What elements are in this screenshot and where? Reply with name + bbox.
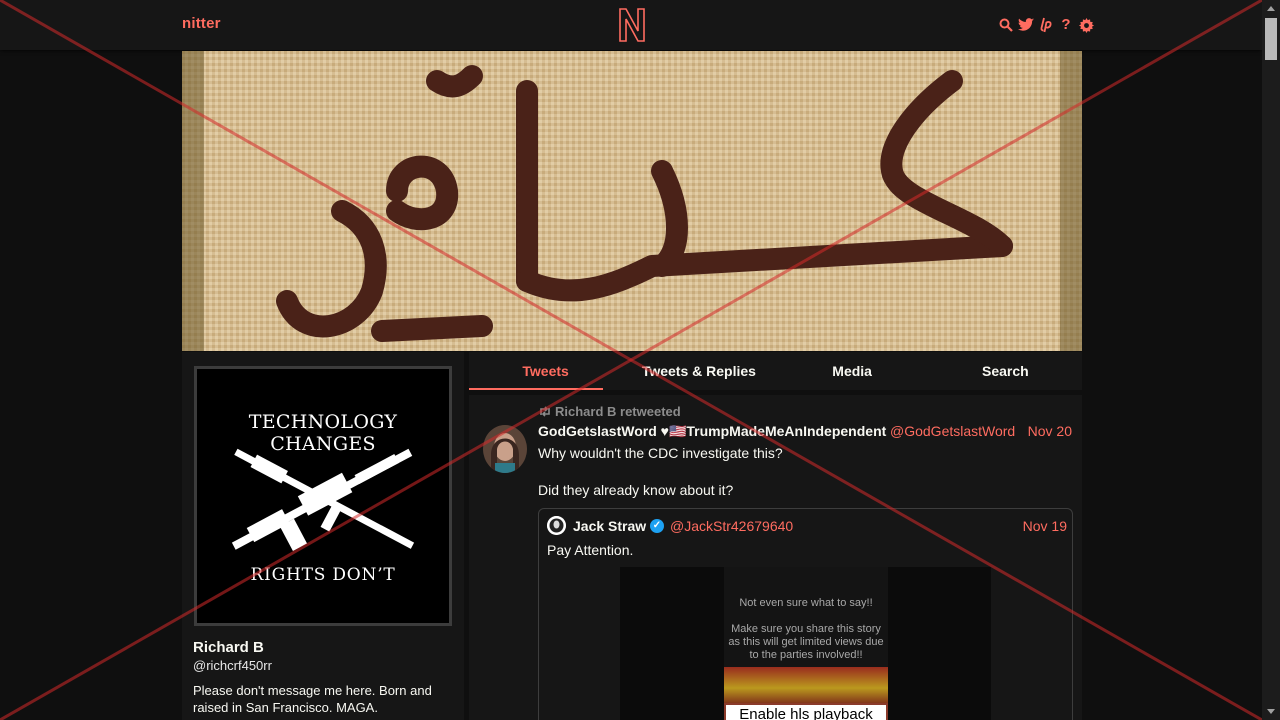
tab-tweets-replies[interactable]: Tweets & Replies	[622, 352, 775, 390]
verified-badge-icon: ✓	[650, 519, 664, 533]
profile-fullname[interactable]: Richard B	[193, 639, 264, 656]
tweet-text-line: Why wouldn't the CDC investigate this?	[538, 445, 783, 461]
profile-avatar[interactable]: TECHNOLOGY CHANGES RIGHTS DON’T	[194, 366, 452, 626]
crossed-rifles-icon	[231, 448, 415, 551]
profile-username[interactable]: @richcrf450rr	[193, 658, 272, 673]
retweet-icon	[540, 406, 550, 417]
navbar: nitter ?	[0, 0, 1262, 50]
search-icon[interactable]	[998, 16, 1014, 34]
video-text-line: Make sure you share this story as this w…	[728, 623, 884, 661]
video-overlay-text: Not even sure what to say!! Make sure yo…	[724, 597, 888, 662]
quote-date[interactable]: Nov 19	[1023, 518, 1067, 534]
avatar-bottom-text: RIGHTS DON’T	[250, 565, 396, 585]
nitter-logo-icon[interactable]	[618, 8, 646, 42]
quote-avatar[interactable]	[547, 516, 566, 535]
quote-fullname[interactable]: Jack Straw	[573, 518, 646, 534]
tweet-header: GodGetslastWord ♥🇺🇸TrumpMadeMeAnIndepend…	[538, 423, 1072, 441]
profile-banner[interactable]	[182, 51, 1082, 351]
quote-header: Jack Straw ✓ @JackStr42679640 Nov 19	[547, 516, 1067, 536]
help-icon[interactable]: ?	[1058, 16, 1074, 34]
video-text-line: Not even sure what to say!!	[739, 597, 873, 609]
timeline-tabs: Tweets Tweets & Replies Media Search	[469, 352, 1082, 390]
retweet-header: Richard B retweeted	[538, 404, 681, 419]
video-thumbnail: Not even sure what to say!! Make sure yo…	[724, 567, 888, 720]
quote-username[interactable]: @JackStr42679640	[670, 518, 793, 534]
site-brand-link[interactable]: nitter	[182, 15, 221, 32]
quote-tweet[interactable]: Jack Straw ✓ @JackStr42679640 Nov 19 Pay…	[538, 508, 1073, 720]
twitter-icon[interactable]	[1018, 16, 1034, 34]
retweet-header-text: Richard B retweeted	[555, 404, 681, 419]
tweet-content: Why wouldn't the CDC investigate this? D…	[538, 444, 1068, 499]
timeline: Tweets Tweets & Replies Media Search Ric…	[469, 352, 1082, 720]
tweet-date[interactable]: Nov 20	[1028, 423, 1072, 439]
nav-icons: ?	[998, 16, 1094, 34]
scroll-up-arrow-icon[interactable]	[1267, 6, 1275, 11]
liberapay-icon[interactable]	[1038, 16, 1054, 34]
tweet-username[interactable]: @GodGetslastWord	[890, 423, 1015, 439]
quote-text: Pay Attention.	[547, 542, 634, 558]
tab-search[interactable]: Search	[929, 352, 1082, 390]
settings-icon[interactable]	[1078, 16, 1094, 34]
tweet-text-line: Did they already know about it?	[538, 482, 734, 498]
quote-video[interactable]: Not even sure what to say!! Make sure yo…	[620, 567, 991, 720]
scrollbar-thumb[interactable]	[1265, 18, 1277, 60]
tweet-avatar[interactable]	[483, 425, 527, 473]
tab-media[interactable]: Media	[776, 352, 929, 390]
timeline-item[interactable]: Richard B retweeted GodGetslastWord ♥🇺🇸T…	[469, 395, 1082, 720]
page-scrollbar[interactable]	[1262, 0, 1280, 720]
tweet-fullname[interactable]: GodGetslastWord ♥🇺🇸TrumpMadeMeAnIndepend…	[538, 423, 886, 440]
tab-tweets[interactable]: Tweets	[469, 352, 622, 390]
profile-card: TECHNOLOGY CHANGES RIGHTS DON’T Richard …	[182, 352, 464, 720]
enable-hls-button[interactable]: Enable hls playback	[724, 703, 888, 720]
profile-bio: Please don't message me here. Born and r…	[193, 683, 432, 715]
scroll-down-arrow-icon[interactable]	[1267, 709, 1275, 714]
